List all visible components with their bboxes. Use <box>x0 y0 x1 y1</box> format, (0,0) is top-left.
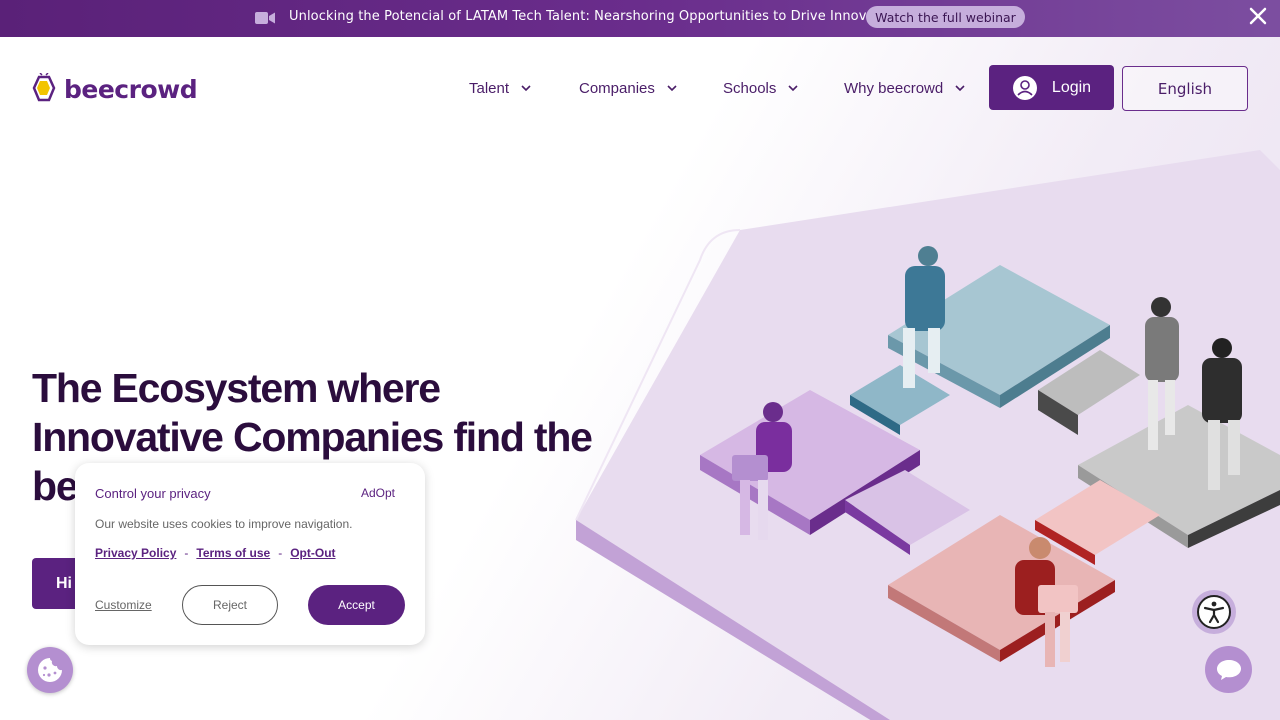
hexagon-logo-icon <box>32 73 56 102</box>
chat-button[interactable] <box>1205 646 1252 693</box>
opt-out-link[interactable]: Opt-Out <box>290 546 335 560</box>
chevron-down-icon <box>667 85 677 92</box>
nav-companies[interactable]: Companies <box>579 80 677 97</box>
accessibility-icon <box>1197 595 1231 629</box>
announcement-banner: Unlocking the Potencial of LATAM Tech Ta… <box>0 0 1280 37</box>
reject-button[interactable]: Reject <box>182 585 278 625</box>
customize-button[interactable]: Customize <box>95 598 152 612</box>
cookie-icon <box>38 658 62 682</box>
nav-talent-label: Talent <box>469 80 510 97</box>
accessibility-button[interactable] <box>1192 590 1236 634</box>
watch-webinar-button[interactable]: Watch the full webinar <box>866 6 1025 28</box>
hero-title-line-1: The Ecosystem where <box>32 365 441 411</box>
nav-schools-label: Schools <box>723 80 777 97</box>
accept-button[interactable]: Accept <box>308 585 405 625</box>
logo-text: beecrowd <box>64 74 198 104</box>
logo[interactable]: beecrowd <box>31 73 198 105</box>
link-separator: - <box>278 546 283 560</box>
user-icon <box>1012 75 1037 100</box>
nav-why-beecrowd[interactable]: Why beecrowd <box>844 80 965 97</box>
cookie-popup-links: Privacy Policy - Terms of use - Opt-Out <box>95 546 336 560</box>
nav-schools[interactable]: Schools <box>723 80 798 97</box>
cookie-consent-popup: Control your privacy AdOpt Our website u… <box>75 463 425 645</box>
chevron-down-icon <box>955 85 965 92</box>
chevron-down-icon <box>788 85 798 92</box>
banner-text: Unlocking the Potencial of LATAM Tech Ta… <box>289 9 900 24</box>
nav-talent[interactable]: Talent <box>469 80 531 97</box>
privacy-policy-link[interactable]: Privacy Policy <box>95 546 176 560</box>
adopt-brand-link[interactable]: AdOpt <box>361 486 395 500</box>
cookie-settings-button[interactable] <box>27 647 73 693</box>
link-separator: - <box>184 546 189 560</box>
login-label: Login <box>1051 78 1092 96</box>
chevron-down-icon <box>521 85 531 92</box>
login-button[interactable]: Login <box>989 65 1114 110</box>
cookie-popup-description: Our website uses cookies to improve navi… <box>95 517 353 531</box>
chat-bubble-icon <box>1216 659 1241 680</box>
close-icon[interactable] <box>1248 6 1268 26</box>
video-camera-icon <box>255 12 275 24</box>
hero-illustration <box>575 150 1280 720</box>
terms-of-use-link[interactable]: Terms of use <box>196 546 270 560</box>
nav-companies-label: Companies <box>579 80 655 97</box>
language-selector[interactable]: English <box>1122 66 1248 111</box>
hero-title-line-2: Innovative Companies find the <box>32 414 593 460</box>
nav-why-beecrowd-label: Why beecrowd <box>844 80 944 97</box>
cookie-popup-title: Control your privacy <box>95 486 211 501</box>
